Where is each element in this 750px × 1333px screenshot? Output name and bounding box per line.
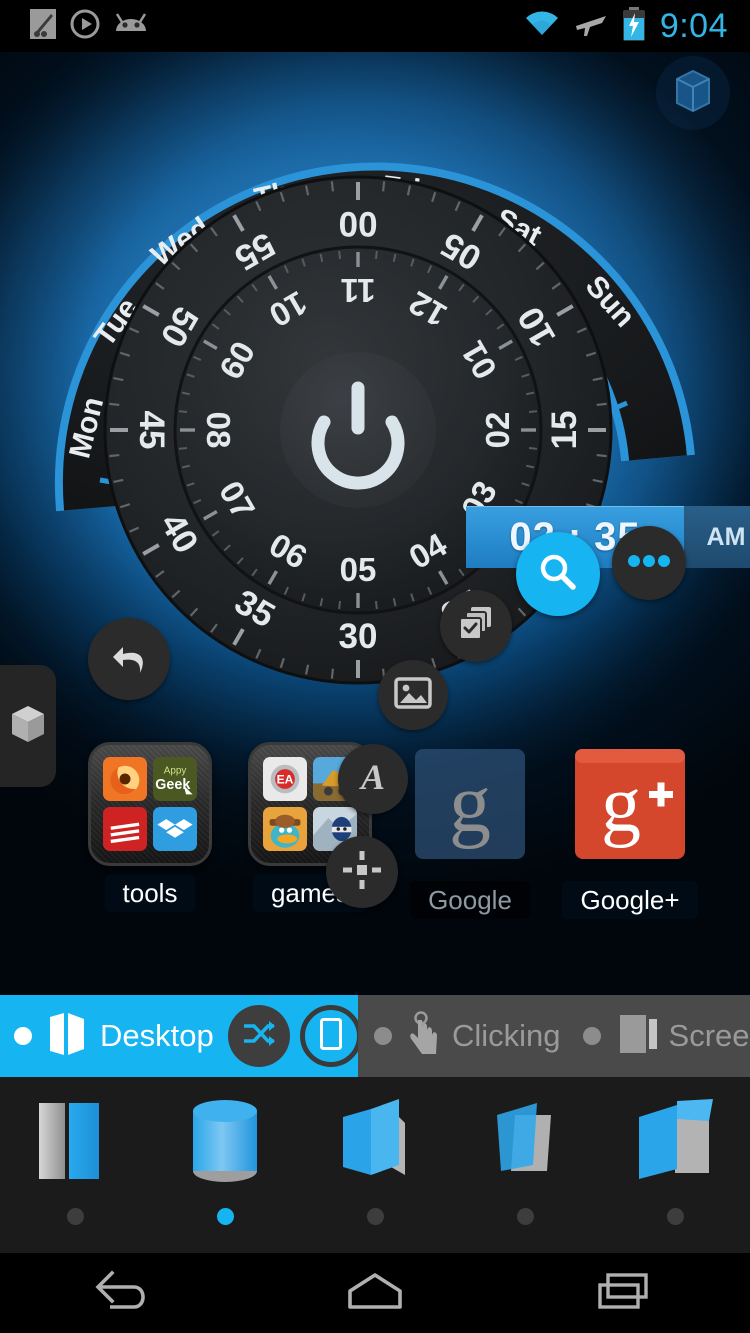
svg-text:30: 30 xyxy=(339,617,378,656)
svg-text:EA: EA xyxy=(277,772,294,786)
back-button[interactable] xyxy=(55,1253,195,1333)
image-icon xyxy=(394,676,432,715)
svg-text:02: 02 xyxy=(479,412,516,449)
svg-text:g: g xyxy=(449,757,491,850)
search-icon xyxy=(537,551,579,598)
move-button[interactable] xyxy=(326,836,398,908)
battery-charging-icon xyxy=(622,6,646,46)
perry-game-icon xyxy=(263,807,307,851)
folder-label: tools xyxy=(104,874,196,912)
effect-indicator xyxy=(516,1208,534,1225)
wifi-icon xyxy=(524,10,560,43)
wallpaper-button[interactable] xyxy=(378,660,448,730)
bank-of-america-icon xyxy=(103,807,147,851)
cube-effect-thumb xyxy=(621,1095,729,1190)
app-google-plus[interactable]: g Google+ xyxy=(550,742,710,919)
font-button[interactable]: A xyxy=(338,744,408,814)
svg-text:45: 45 xyxy=(132,411,171,450)
desktop-pages-icon xyxy=(48,1011,88,1062)
recents-button[interactable] xyxy=(555,1253,695,1333)
screen-panel-icon xyxy=(619,1013,659,1060)
more-horizontal-icon xyxy=(627,554,671,573)
recents-icon xyxy=(596,1269,654,1318)
effect-indicator xyxy=(666,1208,684,1225)
pointing-hand-icon xyxy=(406,1010,442,1062)
bullet-icon xyxy=(14,1027,32,1045)
cyanogenmod-icon xyxy=(114,11,148,42)
dropbox-icon xyxy=(153,807,197,851)
crosshair-move-icon xyxy=(342,850,382,895)
svg-text:08: 08 xyxy=(200,412,237,449)
app-google[interactable]: g Google xyxy=(390,742,550,919)
shuffle-button[interactable] xyxy=(227,1005,290,1067)
control-tab-desktop[interactable]: Desktop xyxy=(0,995,362,1077)
more-options-button[interactable] xyxy=(612,526,686,600)
app-label: Google+ xyxy=(562,881,698,919)
tool-icon xyxy=(30,8,56,44)
airplane-mode-icon xyxy=(574,9,608,44)
app-label: Google xyxy=(410,881,530,919)
folder-preview: Appy Geek xyxy=(88,742,212,866)
play-icon xyxy=(70,9,100,44)
firefox-icon xyxy=(103,757,147,801)
tablet-effect-thumb xyxy=(471,1095,579,1190)
select-stack-icon xyxy=(457,605,495,648)
control-tab-label[interactable]: Screen xyxy=(669,1018,750,1054)
effect-tablet[interactable] xyxy=(450,1077,600,1225)
single-screen-button[interactable] xyxy=(299,1005,362,1067)
effect-slide[interactable] xyxy=(0,1077,150,1225)
multi-select-button[interactable] xyxy=(440,590,512,662)
single-screen-icon xyxy=(319,1017,342,1055)
slide-effect-thumb xyxy=(21,1095,129,1190)
time-period: AM xyxy=(684,506,750,568)
svg-text:A: A xyxy=(359,758,385,796)
editor-control-bar: Desktop Clicking Scree xyxy=(0,995,750,1077)
status-bar-clock: 9:04 xyxy=(659,6,728,45)
svg-text:00: 00 xyxy=(339,204,378,243)
shuffle-icon xyxy=(242,1019,276,1054)
android-home-screen: 9:04 Mon Tue Wed Sat Sun 05 10 15 30 35 … xyxy=(0,0,750,1333)
widget-box-icon xyxy=(9,704,47,749)
digital-time-display[interactable]: 02 : 35 AM xyxy=(466,506,750,568)
folder-tools[interactable]: Appy Geek tools xyxy=(70,742,230,912)
status-bar: 9:04 xyxy=(0,0,750,52)
effect-accordion[interactable] xyxy=(300,1077,450,1225)
effect-cube[interactable] xyxy=(600,1077,750,1225)
svg-text:11: 11 xyxy=(341,272,376,309)
undo-arrow-icon xyxy=(107,635,151,684)
undo-button[interactable] xyxy=(88,618,170,700)
control-tabs-inactive: Clicking Screen xyxy=(358,995,750,1077)
effect-cylinder[interactable] xyxy=(150,1077,300,1225)
bullet-icon xyxy=(582,1027,601,1045)
search-button[interactable] xyxy=(516,532,600,616)
svg-text:g: g xyxy=(601,761,641,849)
control-tab-label[interactable]: Clicking xyxy=(452,1018,561,1054)
ea-sports-icon: EA xyxy=(263,757,307,801)
navigation-bar xyxy=(0,1253,750,1333)
letter-a-icon: A xyxy=(356,757,390,801)
svg-text:15: 15 xyxy=(545,411,584,450)
bullet-icon xyxy=(374,1027,392,1045)
svg-text:05: 05 xyxy=(340,551,377,588)
home-button[interactable] xyxy=(305,1253,445,1333)
back-arrow-icon xyxy=(94,1269,156,1318)
google-icon: g xyxy=(415,749,525,859)
app-drawer-button[interactable] xyxy=(656,56,730,130)
app-drawer-icon xyxy=(673,69,713,118)
appsgeek-icon: Appy Geek xyxy=(153,757,197,801)
notification-icons xyxy=(0,8,148,44)
transition-effects-strip xyxy=(0,1077,750,1253)
cylinder-effect-thumb xyxy=(171,1095,279,1190)
accordion-effect-thumb xyxy=(321,1095,429,1190)
home-icon xyxy=(344,1269,406,1318)
widget-drawer-handle[interactable] xyxy=(0,665,56,787)
effect-indicator xyxy=(66,1208,84,1225)
google-plus-icon: g xyxy=(575,749,685,859)
control-tab-label: Desktop xyxy=(100,1018,214,1053)
effect-indicator xyxy=(366,1208,384,1225)
svg-text:Appy: Appy xyxy=(164,766,187,777)
effect-indicator xyxy=(216,1208,234,1225)
